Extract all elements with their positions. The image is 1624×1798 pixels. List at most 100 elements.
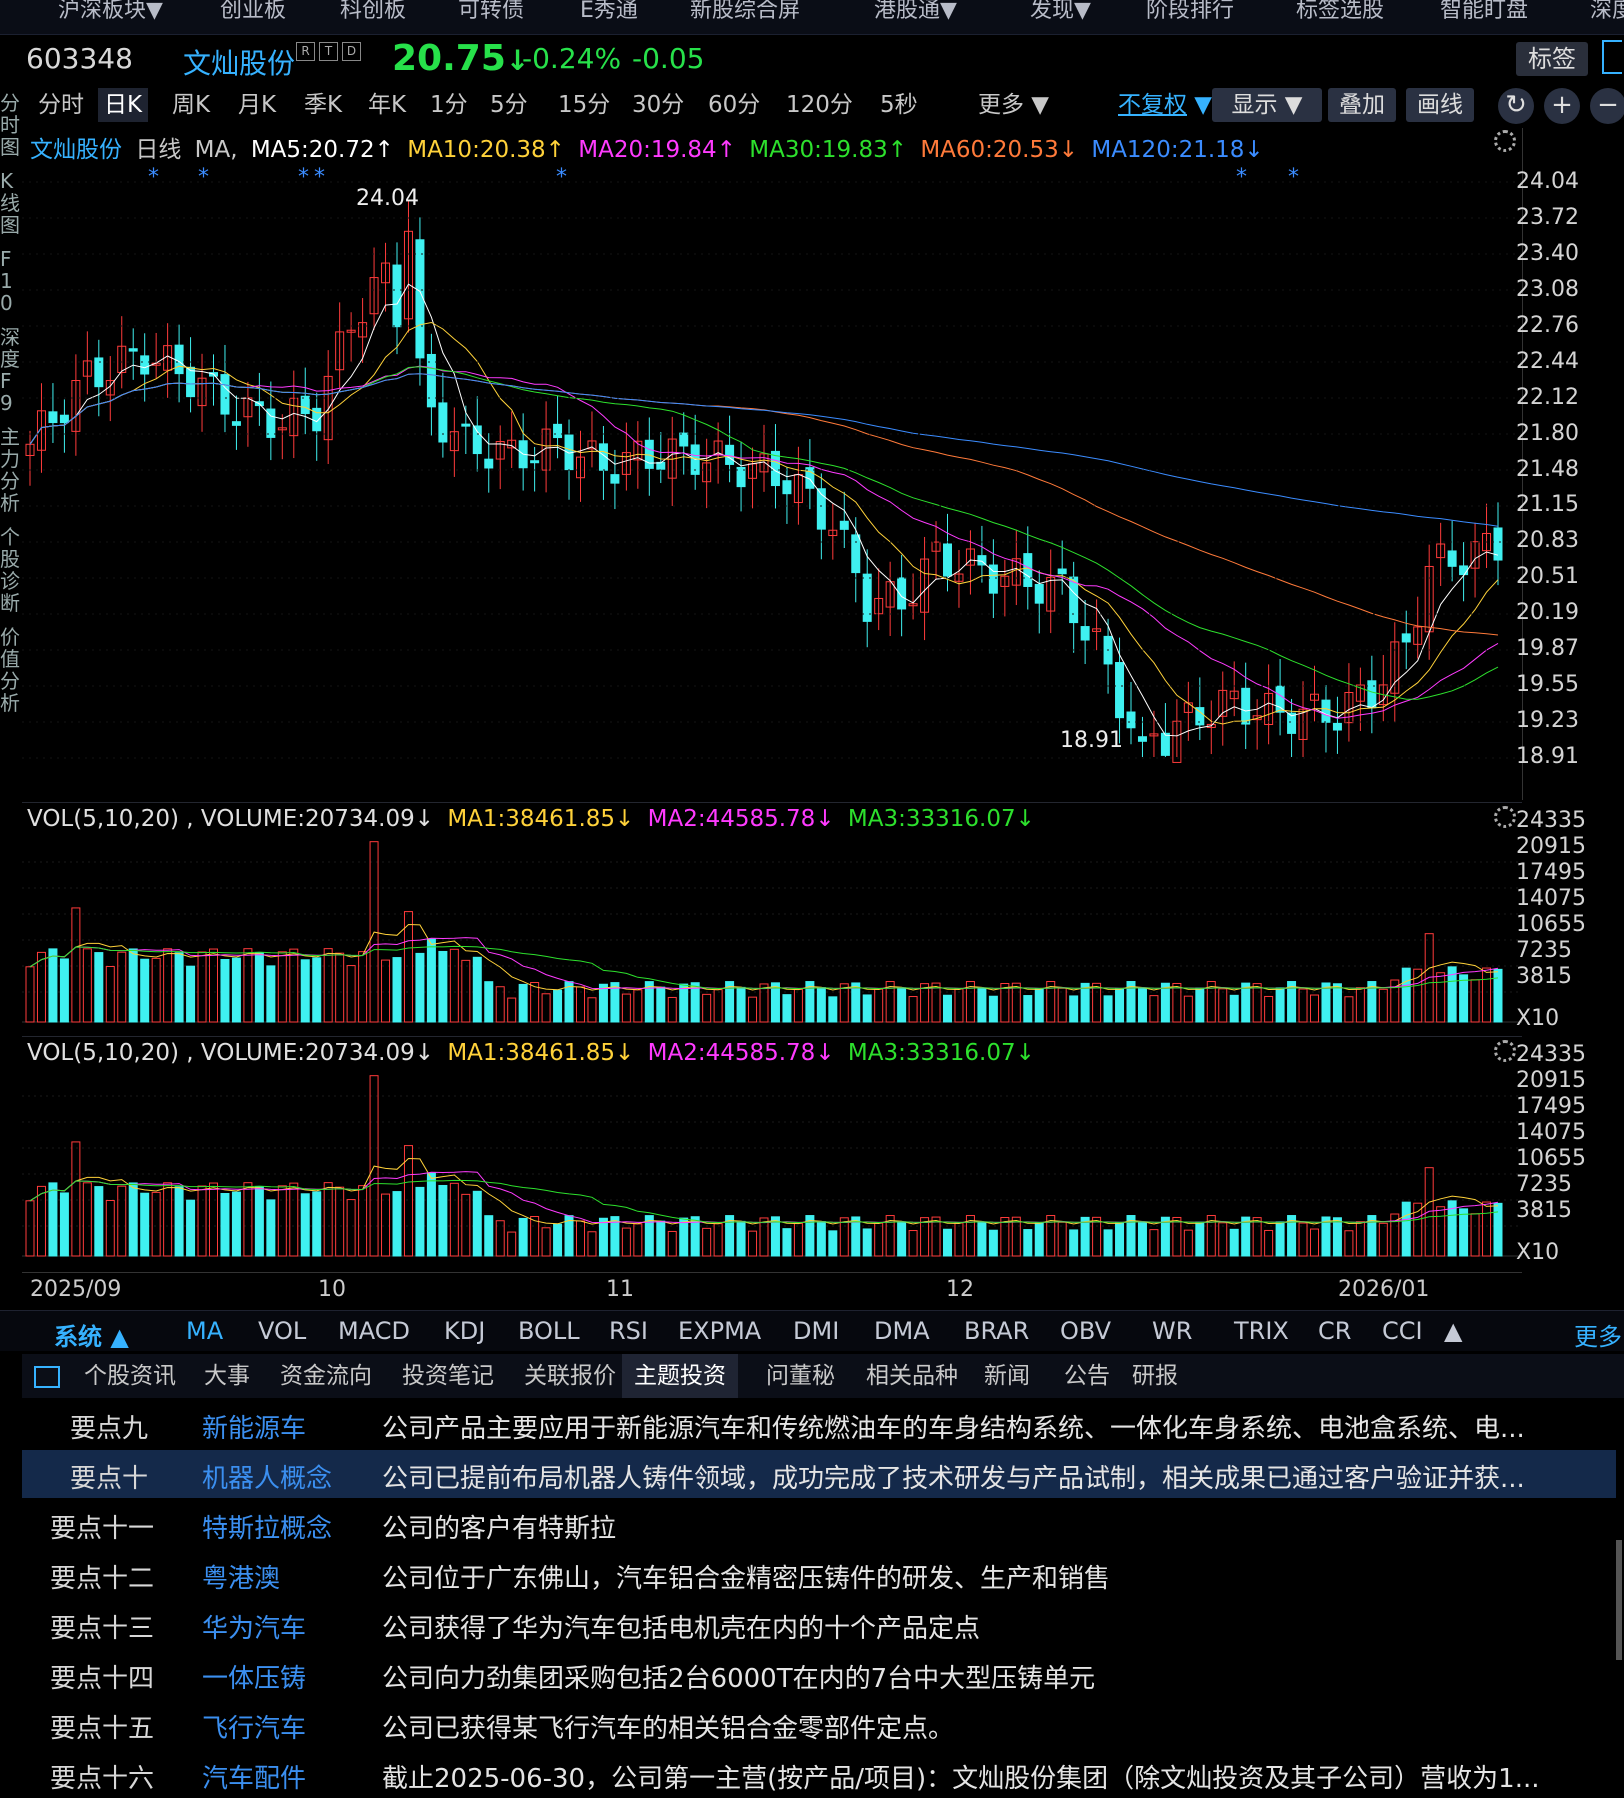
candle-body: [472, 425, 482, 455]
candle-body: [1034, 583, 1044, 604]
theme-topic[interactable]: 粤港澳: [202, 1558, 280, 1595]
theme-row[interactable]: 要点十六 汽车配件 截止2025-06-30，公司第一主营(按产品/项目)：文灿股份…: [22, 1750, 1616, 1798]
indicator-tab[interactable]: MA: [186, 1317, 223, 1345]
volume-bar: [358, 951, 368, 1023]
volume-bar: [702, 993, 712, 1023]
theme-row[interactable]: 要点十二 粤港澳 公司位于广东佛山，汽车铝合金精密压铸件的研发、生产和销售: [22, 1550, 1616, 1598]
theme-description: 公司已获得某飞行汽车的相关铝合金零部件定点。: [382, 1714, 955, 1744]
system-menu[interactable]: 系统 ▲: [54, 1317, 129, 1352]
info-tab[interactable]: 新闻: [984, 1354, 1030, 1398]
indicator-tab[interactable]: OBV: [1060, 1317, 1111, 1345]
scrollbar[interactable]: [1616, 1540, 1622, 1660]
theme-row[interactable]: 要点十三 华为汽车 公司获得了华为汽车包括电机壳在内的十个产品定点: [22, 1600, 1616, 1648]
volume-bar: [897, 987, 907, 1023]
info-tab[interactable]: 研报: [1132, 1354, 1178, 1398]
volume-bar: [1310, 1228, 1319, 1257]
volume-bar: [1378, 1222, 1388, 1257]
candle-body: [1241, 687, 1251, 725]
candle-body: [782, 480, 792, 495]
panel-toggle-icon[interactable]: [34, 1366, 60, 1388]
theme-point: 要点十二: [50, 1564, 155, 1594]
volume-bar: [908, 1230, 918, 1257]
candle-body: [128, 348, 138, 352]
volume-bar: [828, 996, 838, 1023]
volume-bar: [679, 983, 689, 1023]
event-marker-icon: *: [298, 165, 309, 190]
volume2-settings-gear-icon[interactable]: [1494, 1040, 1516, 1062]
info-tab[interactable]: 关联报价: [524, 1354, 616, 1398]
more-indicators[interactable]: 更多: [1574, 1317, 1622, 1352]
volume-bar: [1252, 983, 1262, 1023]
indicator-tab[interactable]: BRAR: [964, 1317, 1029, 1345]
theme-topic[interactable]: 飞行汽车: [202, 1708, 306, 1745]
volume-bar: [128, 1182, 138, 1257]
theme-topic[interactable]: 汽车配件: [202, 1758, 306, 1795]
volume-bar: [736, 986, 746, 1023]
info-tab[interactable]: 大事: [204, 1354, 250, 1398]
volume-bar: [1195, 1221, 1205, 1257]
theme-topic[interactable]: 华为汽车: [202, 1608, 306, 1645]
vol-ma3: MA3:33316.07↓: [847, 1040, 1035, 1066]
info-tabs: 个股资讯 大事 资金流向 投资笔记 关联报价 主题投资 问董秘 相关品种 新闻 公告 研报: [22, 1354, 1624, 1398]
volume-bar: [1069, 995, 1079, 1023]
volume-settings-gear-icon[interactable]: [1494, 806, 1516, 828]
volume-bar: [1160, 982, 1170, 1023]
indicator-tab[interactable]: DMA: [874, 1317, 930, 1345]
volume-bar: [1034, 988, 1044, 1023]
info-tab[interactable]: 资金流向: [280, 1354, 372, 1398]
volume-bar: [862, 994, 872, 1023]
theme-description: 截止2025-06-30，公司第一主营(按产品/项目)：文灿股份集团（除文灿投资…: [382, 1764, 1540, 1794]
info-tab[interactable]: 公告: [1064, 1354, 1110, 1398]
volume-bar: [140, 1192, 150, 1257]
indicator-tab[interactable]: TRIX: [1234, 1317, 1289, 1345]
volume-bar: [1229, 994, 1239, 1023]
info-tab[interactable]: 问董秘: [766, 1354, 835, 1398]
theme-row[interactable]: 要点十五 飞行汽车 公司已获得某飞行汽车的相关铝合金零部件定点。: [22, 1700, 1616, 1748]
candle-body: [851, 534, 861, 574]
indicator-tab[interactable]: CR: [1318, 1317, 1351, 1345]
indicator-tab[interactable]: BOLL: [518, 1317, 580, 1345]
indicator-tab[interactable]: VOL: [258, 1317, 306, 1345]
volume-bar: [598, 1217, 608, 1257]
candle-body: [1023, 553, 1033, 587]
candle-body: [1080, 626, 1090, 641]
theme-row[interactable]: 要点九 新能源车 公司产品主要应用于新能源汽车和传统燃油车的车身结构系统、一体化车身…: [22, 1400, 1616, 1448]
candle-body: [530, 460, 540, 464]
indicator-tab[interactable]: WR: [1152, 1317, 1192, 1345]
theme-topic[interactable]: 一体压铸: [202, 1658, 306, 1695]
theme-topic[interactable]: 机器人概念: [202, 1458, 332, 1495]
theme-row[interactable]: 要点十一 特斯拉概念 公司的客户有特斯拉: [22, 1500, 1616, 1548]
volume-bar: [231, 1191, 241, 1257]
candle-body: [1115, 662, 1125, 719]
volume-bar: [1310, 994, 1319, 1023]
candle-body: [1459, 565, 1469, 576]
indicator-tab[interactable]: KDJ: [444, 1317, 485, 1345]
indicator-tab[interactable]: RSI: [609, 1317, 648, 1345]
theme-row[interactable]: 要点十 机器人概念 公司已提前布局机器人铸件领域，成功完成了技术研发与产品试制，相关…: [22, 1450, 1616, 1498]
vol-ma2: MA2:44585.78↓: [647, 1040, 835, 1066]
event-marker-icon: *: [1288, 165, 1299, 190]
candle-body: [186, 366, 196, 398]
candle-body: [1447, 550, 1457, 567]
indicator-tab[interactable]: CCI: [1382, 1317, 1423, 1345]
indicator-tab[interactable]: EXPMA: [678, 1317, 761, 1345]
candle-body: [48, 411, 58, 424]
indicator-tab[interactable]: DMI: [793, 1317, 839, 1345]
info-tab[interactable]: 投资笔记: [402, 1354, 494, 1398]
volume-bar: [117, 1185, 127, 1257]
info-tab[interactable]: 相关品种: [866, 1354, 958, 1398]
info-tab[interactable]: 个股资讯: [84, 1354, 176, 1398]
indicator-tab[interactable]: MACD: [338, 1317, 410, 1345]
volume-bar: [1344, 1230, 1354, 1257]
event-marker-icon: *: [314, 165, 325, 190]
volume-bar: [300, 959, 310, 1023]
theme-topic[interactable]: 特斯拉概念: [202, 1508, 332, 1545]
theme-row[interactable]: 要点十四 一体压铸 公司向力劲集团采购包括2台6000T在内的7台中大型压铸单元: [22, 1650, 1616, 1698]
collapse-up-icon[interactable]: ▲: [1444, 1317, 1462, 1345]
volume-bar: [656, 1220, 666, 1257]
theme-topic[interactable]: 新能源车: [202, 1408, 306, 1445]
volume-bar: [94, 1186, 104, 1257]
volume-bar: [266, 965, 276, 1023]
volume-bar: [1470, 1213, 1480, 1257]
info-tab[interactable]: 主题投资: [622, 1354, 738, 1398]
